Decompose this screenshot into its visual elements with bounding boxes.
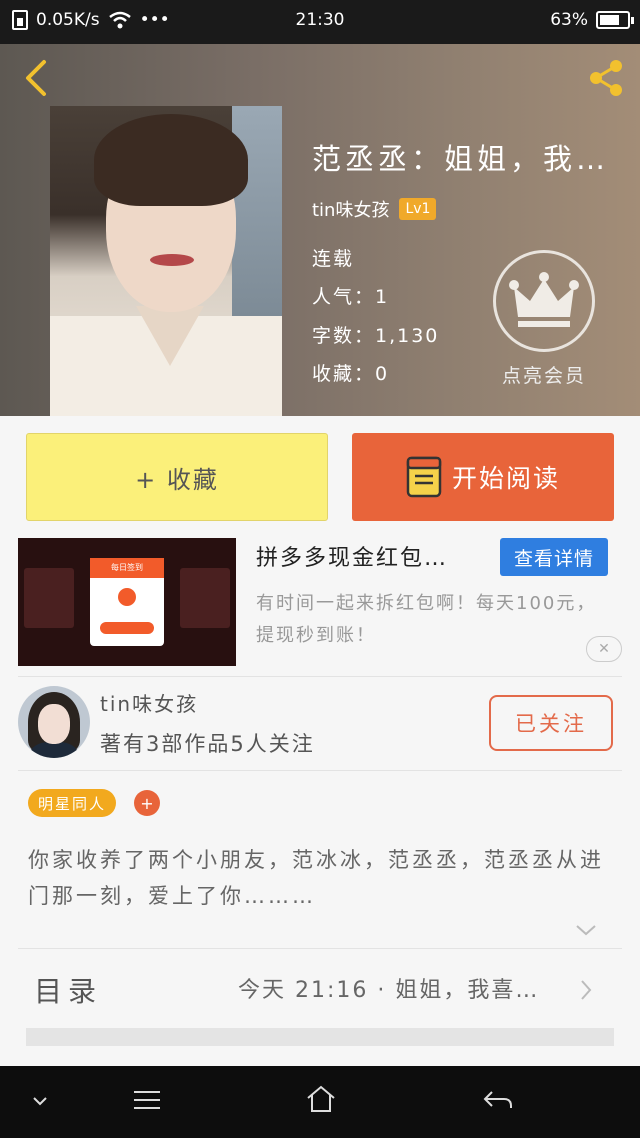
clock: 21:30 xyxy=(295,10,345,30)
book-popularity: 人气：1 xyxy=(312,286,390,308)
chevron-down-icon[interactable] xyxy=(574,922,598,938)
battery-icon xyxy=(596,11,634,29)
system-nav-bar xyxy=(0,1066,640,1138)
back-icon[interactable] xyxy=(16,56,56,100)
book-favorites: 收藏：0 xyxy=(312,363,390,385)
favorite-button[interactable]: + 收藏 xyxy=(26,433,328,521)
add-tag-button[interactable]: + xyxy=(134,790,160,816)
follow-button[interactable]: 已关注 xyxy=(489,695,613,751)
back-nav-icon[interactable] xyxy=(482,1088,514,1112)
toc-latest-chapter[interactable]: 今天 21:16 · 姐姐，我喜… xyxy=(238,972,539,1004)
author-name[interactable]: tin味女孩 xyxy=(100,688,198,717)
start-reading-label: 开始阅读 xyxy=(451,464,560,493)
menu-icon[interactable] xyxy=(132,1088,162,1112)
ad-title[interactable]: 拼多多现金红包… xyxy=(256,540,448,572)
close-icon: ✕ xyxy=(598,641,610,657)
crown-icon xyxy=(509,272,579,327)
vip-label[interactable]: 点亮会员 xyxy=(496,361,592,388)
start-reading-button[interactable]: 开始阅读 xyxy=(352,433,614,521)
ad-image-card-title: 每日签到 xyxy=(90,558,164,578)
status-bar: 0.05K/s ••• 21:30 63% xyxy=(0,0,640,44)
chevron-right-icon[interactable] xyxy=(578,978,594,1002)
book-title: 范丞丞：姐姐，我… xyxy=(312,142,610,176)
ad-detail-button[interactable]: 查看详情 xyxy=(500,538,608,576)
author-avatar[interactable] xyxy=(18,686,90,758)
tag-star-fanfic[interactable]: 明星同人 xyxy=(28,789,117,817)
divider xyxy=(18,770,622,771)
ad-description[interactable]: 有时间一起来拆红包啊！每天100元，提现秒到账！ xyxy=(256,588,600,652)
divider xyxy=(18,676,622,677)
section-spacer xyxy=(26,1028,614,1046)
vip-button[interactable] xyxy=(493,250,595,352)
level-badge: Lv1 xyxy=(399,198,437,220)
book-header: 范丞丞：姐姐，我… tin味女孩 Lv1 连载 人气：1 字数：1,130 收藏… xyxy=(0,44,640,416)
book-author[interactable]: tin味女孩 xyxy=(312,196,389,222)
divider xyxy=(18,948,622,949)
book-status: 连载 xyxy=(312,248,355,270)
book-summary: 你家收养了两个小朋友，范冰冰，范丞丞，范丞丞从进门那一刻，爱上了你……… xyxy=(28,848,604,908)
collapse-icon[interactable] xyxy=(30,1094,50,1108)
toc-label[interactable]: 目录 xyxy=(34,970,102,1010)
battery-percent: 63% xyxy=(550,10,588,30)
author-stats: 著有3部作品5人关注 xyxy=(100,732,315,756)
book-icon xyxy=(406,456,442,498)
ad-image[interactable]: 每日签到 xyxy=(18,538,236,666)
share-icon[interactable] xyxy=(584,56,628,100)
book-word-count: 字数：1,130 xyxy=(312,325,440,347)
ad-close-button[interactable]: ✕ xyxy=(586,636,622,662)
book-cover[interactable] xyxy=(50,106,282,416)
home-icon[interactable] xyxy=(305,1084,337,1114)
